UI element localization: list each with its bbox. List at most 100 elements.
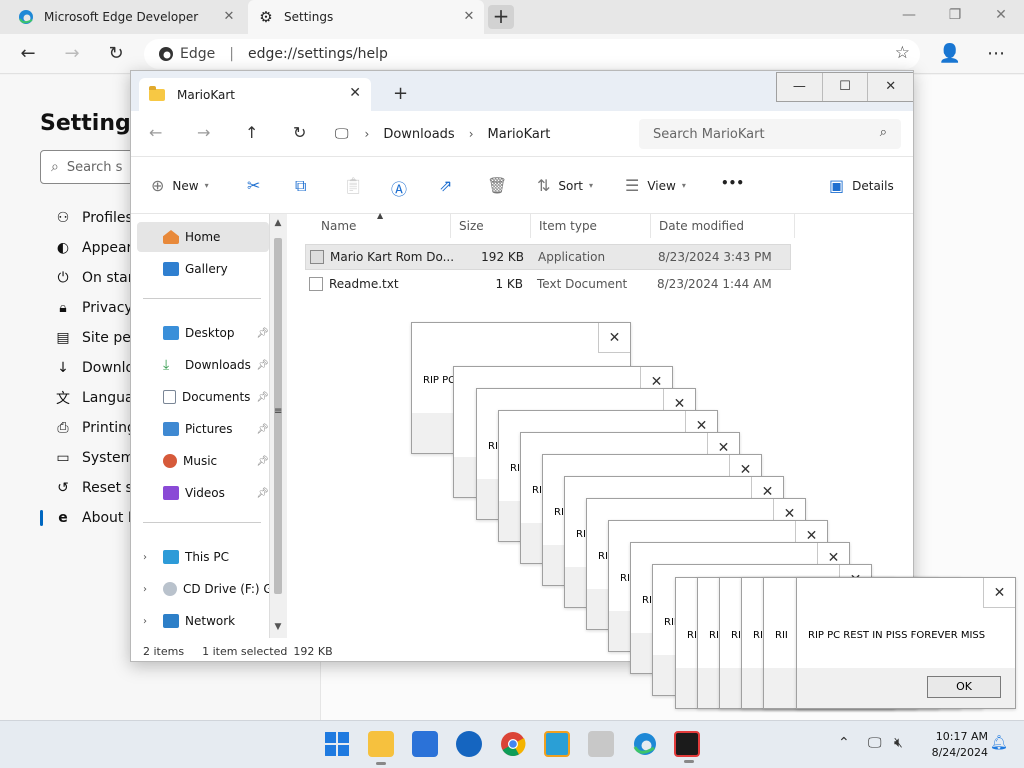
restore-button[interactable]: ❐ [932,0,978,30]
close-tab-icon[interactable]: ✕ [460,8,478,26]
status-size: 192 KB [293,644,333,658]
virtualbox-icon[interactable] [588,731,614,757]
pin-icon[interactable]: 📌︎ [256,424,269,435]
file-date: 8/23/2024 1:44 AM [657,277,772,291]
breadcrumb-mariokart[interactable]: MarioKart [488,127,551,142]
close-window-button[interactable]: ✕ [868,73,913,101]
network-icon[interactable]: 🖵︎ [868,735,882,751]
new-button[interactable]: ⊕ New ▾ [151,176,209,195]
pin-icon[interactable]: 📌︎ [256,360,269,371]
sidebar-item-gallery[interactable]: Gallery [143,254,269,284]
column-header-name[interactable]: ▲ Name [313,211,451,238]
copy-button[interactable]: ⧉ [295,176,314,196]
back-arrow-icon[interactable]: ← [149,123,162,142]
scroll-up-icon[interactable]: ▲ [272,218,284,228]
app-icon[interactable] [544,731,570,757]
profile-icon[interactable]: 👤 [936,40,964,68]
back-arrow-icon[interactable]: ← [14,40,42,68]
explorer-tab[interactable]: MarioKart ✕ [139,78,371,111]
sidebar-item-downloads[interactable]: ⤓ Downloads 📌︎ [143,350,269,380]
close-tab-icon[interactable]: ✕ [349,85,361,101]
favorite-star-icon[interactable]: ☆ [895,43,910,63]
view-button[interactable]: ☰ View ▾ [625,176,686,195]
more-options-button[interactable]: ••• [721,176,744,190]
sidebar-item-music[interactable]: Music 📌︎ [143,446,269,476]
running-app-icon[interactable] [674,731,700,763]
close-window-button[interactable]: ✕ [978,0,1024,30]
sidebar-item-home[interactable]: Home [137,222,269,252]
explorer-search-input[interactable]: Search MarioKart ⌕ [639,119,901,149]
pin-icon[interactable]: 📌︎ [256,488,269,499]
address-bar[interactable]: Edge | edge://settings/help ☆ [144,39,920,69]
new-label: New [172,178,199,193]
ok-button[interactable]: OK [927,676,1001,698]
column-header-date[interactable]: Date modified [651,214,795,238]
minimize-button[interactable]: — [886,0,932,30]
page-title: Settings [40,111,144,136]
chevron-up-icon[interactable]: ⌃ [838,735,850,751]
pin-icon[interactable]: 📌︎ [256,392,269,403]
chevron-right-icon[interactable]: › [365,127,370,141]
close-tab-icon[interactable]: ✕ [220,8,238,26]
sidebar-item-videos[interactable]: Videos 📌︎ [143,478,269,508]
rename-button[interactable]: Ⓐ [391,176,415,200]
more-menu-icon[interactable]: ⋯ [982,40,1010,68]
computer-icon[interactable]: 🖵 [335,126,349,142]
details-button[interactable]: ▣ Details [829,176,894,195]
sidebar-item-network[interactable]: › Network [143,606,269,636]
sidebar-item-this-pc[interactable]: › This PC [143,542,269,572]
store-icon[interactable] [412,731,438,757]
explorer-titlebar: MarioKart ✕ + — ☐ ✕ [131,71,913,111]
sidebar-scrollbar[interactable]: ▲ ≡ ▼ [269,214,287,638]
forward-arrow-icon[interactable]: → [197,123,210,142]
chrome-icon[interactable] [500,731,526,757]
tab-label: Microsoft Edge Developer [44,10,199,24]
up-arrow-icon[interactable]: ↑ [245,123,258,142]
file-explorer-icon[interactable] [368,731,394,765]
message-dialog-front[interactable]: ✕ RIP PC REST IN PISS FOREVER MISS OK [796,577,1016,709]
share-button[interactable]: ⇗ [439,176,460,195]
new-tab-button[interactable]: + [488,5,514,29]
scroll-down-icon[interactable]: ▼ [272,622,284,632]
chevron-right-icon[interactable]: › [143,616,147,627]
refresh-icon[interactable]: ↻ [293,123,306,142]
cut-button[interactable]: ✂ [247,176,268,195]
sidebar-item-desktop[interactable]: Desktop 📌︎ [143,318,269,348]
column-label: Item type [539,219,597,233]
close-icon[interactable]: ✕ [598,323,630,353]
breadcrumb-downloads[interactable]: Downloads [383,127,454,142]
chevron-right-icon[interactable]: › [143,552,147,563]
notification-bell-icon[interactable]: 🔔︎ [990,735,1008,751]
forward-arrow-icon[interactable]: → [58,40,86,68]
pin-icon[interactable]: 📌︎ [256,328,269,339]
sidebar-label: Pictures [185,422,233,436]
paste-button[interactable]: 📋︎ [343,176,371,195]
minimize-button[interactable]: — [777,73,823,101]
tab-microsoft-edge-developer[interactable]: Microsoft Edge Developer ✕ [8,0,244,34]
file-row[interactable]: Readme.txt 1 KB Text Document 8/23/2024 … [305,272,791,298]
sidebar-item-documents[interactable]: Documents 📌︎ [143,382,269,412]
clock-time: 10:17 AM [935,730,988,743]
delete-button[interactable]: 🗑︎ [487,176,515,195]
close-icon[interactable]: ✕ [983,578,1015,608]
file-row[interactable]: Mario Kart Rom Do... 192 KB Application … [305,244,791,270]
reset-icon: ↺ [57,480,69,496]
clock[interactable]: 10:17 AM 8/24/2024 [918,729,988,761]
refresh-icon[interactable]: ↻ [102,40,130,68]
volume-muted-icon[interactable]: 🔇︎ [894,735,903,751]
sort-button[interactable]: ⇅ Sort ▾ [537,176,593,195]
windows-start-icon[interactable] [324,731,350,757]
pin-icon[interactable]: 📌︎ [256,456,269,467]
new-tab-icon[interactable]: + [393,83,408,104]
address-url[interactable]: edge://settings/help [248,46,388,62]
column-header-size[interactable]: Size [451,214,531,238]
outlook-icon[interactable] [456,731,482,757]
tab-settings[interactable]: ⚙ Settings ✕ [248,0,484,34]
maximize-button[interactable]: ☐ [823,73,869,101]
chevron-right-icon[interactable]: › [143,584,147,595]
sidebar-item-cd-drive[interactable]: › CD Drive (F:) GS [143,574,269,604]
column-header-type[interactable]: Item type [531,214,651,238]
edge-logo-icon[interactable] [632,731,658,757]
chevron-right-icon[interactable]: › [469,127,474,141]
sidebar-item-pictures[interactable]: Pictures 📌︎ [143,414,269,444]
